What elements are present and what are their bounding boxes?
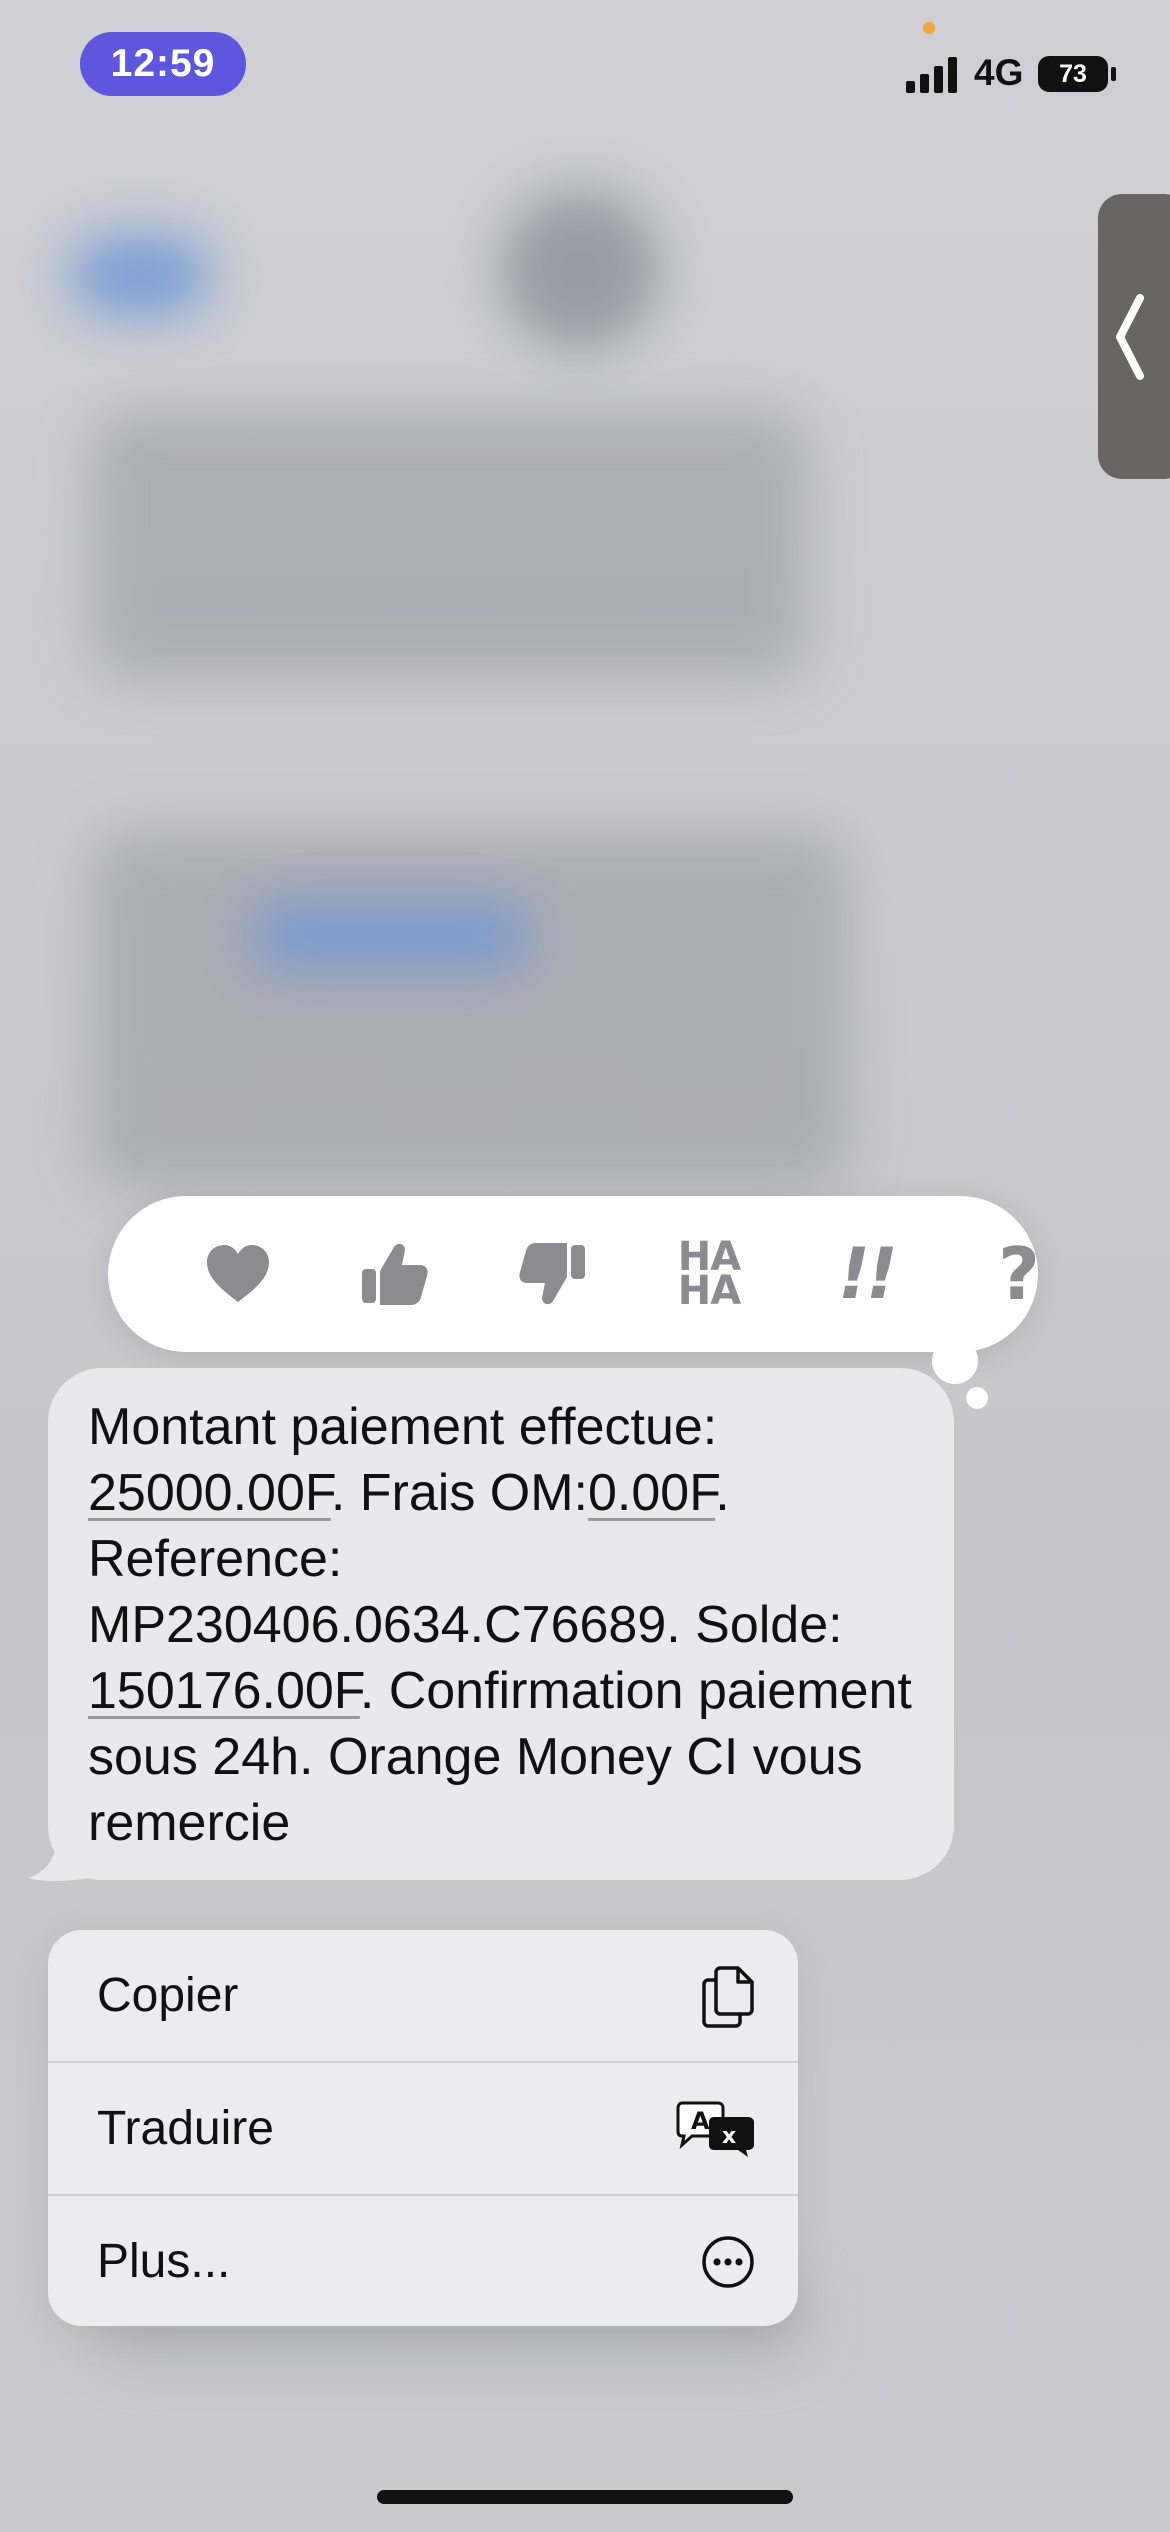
svg-text:x: x <box>722 2124 736 2149</box>
battery-tip <box>1111 67 1116 81</box>
cellular-signal-icon <box>906 55 960 93</box>
blurred-back-button <box>70 235 210 315</box>
tapback-tail-dot <box>966 1387 988 1409</box>
chevron-left-icon <box>1116 293 1144 380</box>
fee-link[interactable]: 0.00F <box>588 1464 715 1522</box>
heart-reaction-button[interactable] <box>183 1196 293 1352</box>
blurred-message-bubble <box>90 830 850 1190</box>
menu-item-copy[interactable]: Copier <box>48 1930 798 2061</box>
thumbs-down-icon <box>519 1243 585 1305</box>
blurred-message-bubble <box>90 410 810 680</box>
status-time[interactable]: 12:59 <box>80 32 246 96</box>
heart-icon <box>207 1245 269 1302</box>
tapback-tail <box>932 1338 978 1384</box>
blurred-link <box>250 900 530 970</box>
battery-level: 73 <box>1059 59 1087 88</box>
emphasis-reaction-button[interactable]: !! <box>811 1196 921 1352</box>
translate-icon: A x <box>676 2101 754 2157</box>
message-text: Montant paiement effectue: 25000.00F. Fr… <box>88 1398 927 1852</box>
menu-item-label: Copier <box>97 1969 239 2022</box>
battery-icon: 73 <box>1038 56 1108 92</box>
microphone-indicator-icon <box>923 22 935 34</box>
menu-item-label: Plus... <box>97 2235 231 2288</box>
thumbs-up-icon <box>362 1243 428 1305</box>
message-bubble[interactable]: Montant paiement effectue: 25000.00F. Fr… <box>48 1368 954 1880</box>
thumbs-down-reaction-button[interactable] <box>497 1196 607 1352</box>
blurred-contact-avatar <box>500 190 660 350</box>
amount-link[interactable]: 25000.00F <box>88 1464 331 1522</box>
menu-item-more[interactable]: Plus... <box>48 2196 798 2326</box>
balance-link[interactable]: 150176.00F <box>88 1662 360 1720</box>
network-type: 4G <box>974 52 1024 93</box>
haha-icon: HA HA <box>677 1234 741 1314</box>
menu-item-translate[interactable]: Traduire A x <box>48 2063 798 2194</box>
exclamation-icon: !! <box>838 1233 898 1315</box>
more-icon <box>702 2235 754 2288</box>
thumbs-up-reaction-button[interactable] <box>340 1196 450 1352</box>
svg-text:A: A <box>691 2107 710 2135</box>
menu-item-label: Traduire <box>97 2102 274 2155</box>
tapback-bar: HA HA !! ? <box>108 1196 1040 1352</box>
question-reaction-button[interactable]: ? <box>964 1196 1074 1352</box>
context-menu: Copier Traduire A x Plus... <box>48 1930 798 2326</box>
side-panel-handle[interactable] <box>1098 194 1170 479</box>
copy-icon <box>702 1965 754 2028</box>
home-indicator[interactable] <box>377 2490 793 2504</box>
question-icon: ? <box>998 1232 1040 1316</box>
haha-reaction-button[interactable]: HA HA <box>654 1196 764 1352</box>
